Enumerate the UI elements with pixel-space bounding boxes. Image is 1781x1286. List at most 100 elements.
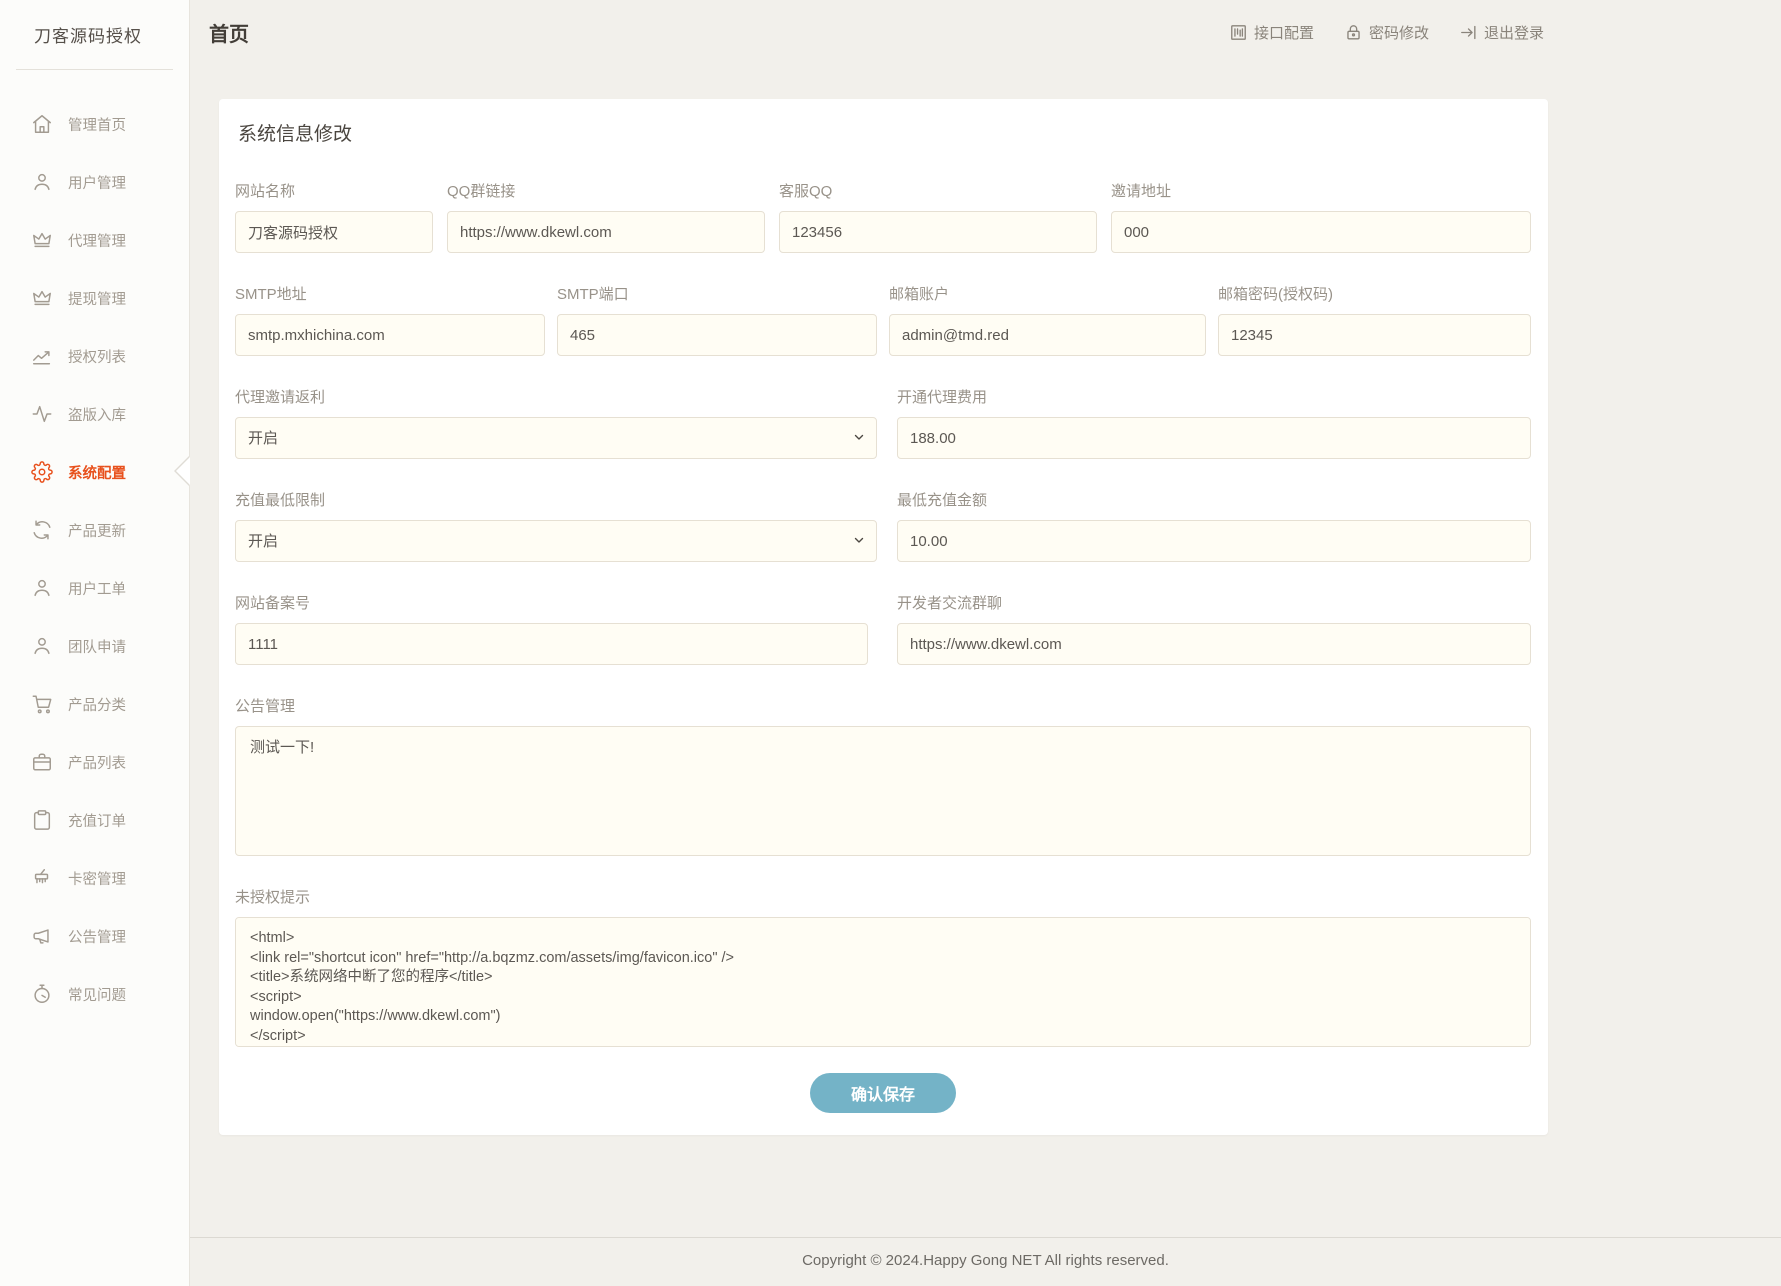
clipboard-icon: [30, 808, 54, 832]
footer: Copyright © 2024.Happy Gong NET All righ…: [190, 1237, 1781, 1286]
qq-group-link-field[interactable]: [447, 211, 765, 253]
field-label: SMTP端口: [557, 285, 877, 305]
sidebar-item-user-management[interactable]: 用户管理: [0, 153, 189, 211]
field-label: 网站名称: [235, 182, 433, 202]
sidebar-item-label: 用户工单: [68, 578, 126, 599]
sidebar-item-label: 授权列表: [68, 346, 126, 367]
sidebar-item-label: 常见问题: [68, 984, 126, 1005]
form-row-1: 网站名称 QQ群链接 客服QQ 邀请地址: [235, 182, 1531, 253]
trend-chart-icon: [30, 344, 54, 368]
api-config-button[interactable]: 接口配置: [1229, 22, 1314, 43]
header-actions: 接口配置 密码修改 退出登录: [1229, 22, 1544, 43]
crown-icon: [30, 228, 54, 252]
sidebar-item-system-config[interactable]: 系统配置: [0, 443, 189, 501]
field-label: 客服QQ: [779, 182, 1097, 202]
system-settings-card: 系统信息修改 网站名称 QQ群链接 客服QQ 邀请地址 SMTP地址: [219, 99, 1548, 1135]
form-row-unauthorized: 未授权提示 <html> <link rel="shortcut icon" h…: [235, 888, 1531, 1047]
sidebar-item-label: 团队申请: [68, 636, 126, 657]
service-qq-field[interactable]: [779, 211, 1097, 253]
password-change-button[interactable]: 密码修改: [1344, 22, 1429, 43]
user-icon: [30, 576, 54, 600]
invite-address-field[interactable]: [1111, 211, 1531, 253]
recharge-limit-select[interactable]: 开启: [235, 520, 877, 562]
crown-icon: [30, 286, 54, 310]
icp-number-field[interactable]: [235, 623, 868, 665]
sidebar-item-team-application[interactable]: 团队申请: [0, 617, 189, 675]
sidebar-item-faq[interactable]: 常见问题: [0, 965, 189, 1023]
sidebar-item-license-list[interactable]: 授权列表: [0, 327, 189, 385]
form-row-announcement: 公告管理 测试一下!: [235, 697, 1531, 856]
brush-icon: [30, 866, 54, 890]
sidebar-item-label: 公告管理: [68, 926, 126, 947]
mail-password-field[interactable]: [1218, 314, 1531, 356]
sidebar-item-product-update[interactable]: 产品更新: [0, 501, 189, 559]
sidebar-item-label: 管理首页: [68, 114, 126, 135]
brand-title: 刀客源码授权: [0, 0, 189, 69]
refresh-icon: [30, 518, 54, 542]
copyright-text: Copyright © 2024.Happy Gong NET All righ…: [802, 1252, 1169, 1269]
user-icon: [30, 170, 54, 194]
field-label: 邮箱密码(授权码): [1218, 285, 1531, 305]
dev-group-field[interactable]: [897, 623, 1531, 665]
header-action-label: 退出登录: [1484, 22, 1544, 43]
sidebar-item-label: 充值订单: [68, 810, 126, 831]
sidebar-item-user-tickets[interactable]: 用户工单: [0, 559, 189, 617]
sidebar-item-label: 产品列表: [68, 752, 126, 773]
sidebar-item-label: 盗版入库: [68, 404, 126, 425]
form-row-4: 充值最低限制 开启 最低充值金额: [235, 491, 1531, 562]
briefcase-icon: [30, 750, 54, 774]
min-recharge-field[interactable]: [897, 520, 1531, 562]
sidebar-item-recharge-orders[interactable]: 充值订单: [0, 791, 189, 849]
form-title: 系统信息修改: [235, 119, 1531, 146]
lock-icon: [1344, 23, 1363, 42]
sidebar-item-product-list[interactable]: 产品列表: [0, 733, 189, 791]
save-button[interactable]: 确认保存: [810, 1073, 956, 1113]
top-header: 首页 接口配置密码修改退出登录: [190, 0, 1781, 65]
sidebar-item-product-category[interactable]: 产品分类: [0, 675, 189, 733]
sidebar-item-label: 代理管理: [68, 230, 126, 251]
field-label: 邀请地址: [1111, 182, 1531, 202]
field-label: QQ群链接: [447, 182, 765, 202]
agent-rebate-select[interactable]: 开启: [235, 417, 877, 459]
smtp-port-field[interactable]: [557, 314, 877, 356]
field-label: 充值最低限制: [235, 491, 877, 511]
sidebar-item-label: 用户管理: [68, 172, 126, 193]
field-label: 邮箱账户: [889, 285, 1206, 305]
logout-icon: [1459, 23, 1478, 42]
gear-icon: [30, 460, 54, 484]
field-label: 公告管理: [235, 697, 1531, 717]
sidebar-item-announcement-management[interactable]: 公告管理: [0, 907, 189, 965]
header-action-label: 接口配置: [1254, 22, 1314, 43]
sidebar-item-label: 产品分类: [68, 694, 126, 715]
api-config-icon: [1229, 23, 1248, 42]
logout-button[interactable]: 退出登录: [1459, 22, 1544, 43]
sidebar-item-agent-management[interactable]: 代理管理: [0, 211, 189, 269]
field-label: 网站备案号: [235, 594, 868, 614]
header-action-label: 密码修改: [1369, 22, 1429, 43]
main-area: 首页 接口配置密码修改退出登录 系统信息修改 网站名称 QQ群链接 客服QQ 邀…: [190, 0, 1781, 1286]
smtp-host-field[interactable]: [235, 314, 545, 356]
save-row: 确认保存: [235, 1073, 1531, 1113]
form-row-2: SMTP地址 SMTP端口 邮箱账户 邮箱密码(授权码): [235, 285, 1531, 356]
sidebar-item-piracy-intake[interactable]: 盗版入库: [0, 385, 189, 443]
sidebar-item-home[interactable]: 管理首页: [0, 95, 189, 153]
agent-fee-field[interactable]: [897, 417, 1531, 459]
form-row-5: 网站备案号 开发者交流群聊: [235, 594, 1531, 665]
sidebar-item-withdraw-management[interactable]: 提现管理: [0, 269, 189, 327]
sidebar-item-label: 系统配置: [68, 462, 126, 483]
sidebar: 刀客源码授权 管理首页用户管理代理管理提现管理授权列表盗版入库系统配置产品更新用…: [0, 0, 190, 1286]
sidebar-item-label: 产品更新: [68, 520, 126, 541]
mail-account-field[interactable]: [889, 314, 1206, 356]
announcement-textarea[interactable]: 测试一下!: [235, 726, 1531, 856]
form-row-3: 代理邀请返利 开启 开通代理费用: [235, 388, 1531, 459]
active-item-arrow-fill: [176, 457, 190, 485]
sidebar-item-card-key-management[interactable]: 卡密管理: [0, 849, 189, 907]
field-label: SMTP地址: [235, 285, 545, 305]
sidebar-item-label: 卡密管理: [68, 868, 126, 889]
user-icon: [30, 634, 54, 658]
unauthorized-tip-textarea[interactable]: <html> <link rel="shortcut icon" href="h…: [235, 917, 1531, 1047]
home-icon: [30, 112, 54, 136]
site-name-field[interactable]: [235, 211, 433, 253]
megaphone-icon: [30, 924, 54, 948]
field-label: 未授权提示: [235, 888, 1531, 908]
